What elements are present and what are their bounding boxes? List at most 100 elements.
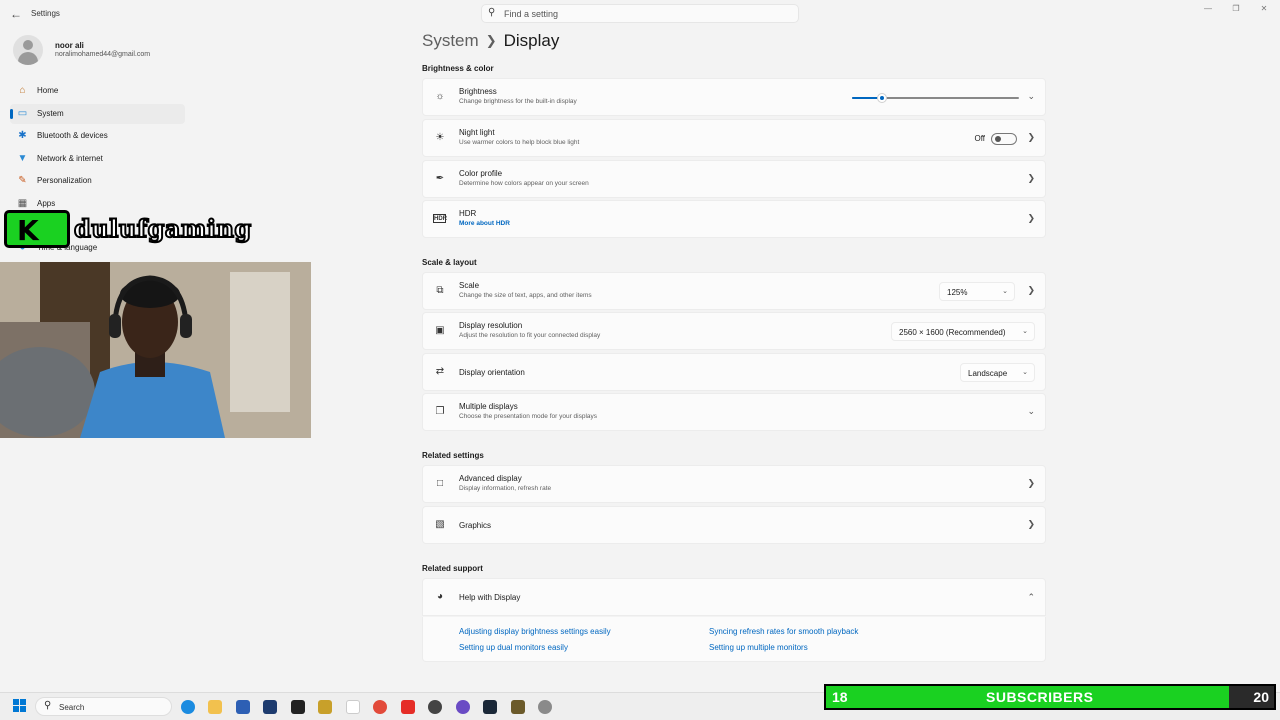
back-arrow-icon[interactable]: ← bbox=[9, 7, 23, 21]
chevron-right-icon[interactable]: ❯ bbox=[1027, 213, 1035, 224]
settings-search-box[interactable]: ⚲ bbox=[481, 4, 799, 23]
graphics-card[interactable]: ▧ Graphics ❯ bbox=[422, 506, 1046, 544]
help-link[interactable]: Setting up multiple monitors bbox=[709, 643, 808, 652]
pen-icon: ✒ bbox=[435, 173, 445, 184]
display-resolution-card[interactable]: ▣ Display resolution Adjust the resoluti… bbox=[422, 312, 1046, 350]
active-indicator bbox=[10, 109, 13, 119]
display-orientation-card[interactable]: ⇄ Display orientation Landscape ⌄ bbox=[422, 353, 1046, 391]
night-light-card[interactable]: ☀ Night light Use warmer colors to help … bbox=[422, 119, 1046, 157]
maximize-icon[interactable]: ❐ bbox=[1225, 4, 1247, 16]
sun-icon: ☼ bbox=[435, 91, 445, 102]
chevron-down-icon[interactable]: ⌄ bbox=[1027, 406, 1035, 417]
youtube-icon[interactable] bbox=[401, 700, 415, 714]
chevron-right-icon[interactable]: ❯ bbox=[1027, 519, 1035, 530]
minimize-icon[interactable]: — bbox=[1197, 4, 1219, 16]
graphics-card-icon: ▧ bbox=[435, 519, 445, 530]
laptop-icon: □ bbox=[436, 478, 444, 489]
chevron-right-icon[interactable]: ❯ bbox=[1027, 173, 1035, 184]
subscriber-goal-bar: 18 SUBSCRIBERS 20 bbox=[824, 684, 1276, 710]
night-light-subtitle: Use warmer colors to help block blue lig… bbox=[459, 139, 580, 146]
display-resolution-title: Display resolution bbox=[459, 321, 523, 330]
night-light-toggle[interactable] bbox=[991, 133, 1017, 145]
sidebar-item-network[interactable]: ▼ Network & internet bbox=[10, 149, 185, 169]
yandex-icon[interactable] bbox=[346, 700, 360, 714]
obs-icon[interactable] bbox=[428, 700, 442, 714]
sidebar-item-personalization[interactable]: ✎ Personalization bbox=[10, 171, 185, 191]
sidebar-item-label: Personalization bbox=[37, 176, 92, 185]
globe-icon: ◕ bbox=[436, 591, 444, 602]
help-link[interactable]: Syncing refresh rates for smooth playbac… bbox=[709, 627, 858, 636]
brightness-slider-thumb[interactable] bbox=[877, 93, 888, 103]
settings-search-input[interactable] bbox=[504, 6, 784, 21]
help-with-display-card[interactable]: ◕ Help with Display ⌃ bbox=[422, 578, 1046, 616]
brightness-slider[interactable] bbox=[852, 93, 1019, 103]
edge-icon[interactable] bbox=[181, 700, 195, 714]
chevron-up-icon[interactable]: ⌃ bbox=[1027, 592, 1035, 603]
brush-icon: ✎ bbox=[18, 175, 27, 186]
taskbar-search-label: Search bbox=[59, 703, 85, 712]
taskbar-search[interactable]: ⚲ Search bbox=[35, 697, 172, 716]
subscriber-count: 18 bbox=[832, 689, 848, 705]
section-title-brightness-color: Brightness & color bbox=[422, 64, 494, 73]
resolution-value: 2560 × 1600 (Recommended) bbox=[899, 328, 1006, 337]
windows-start-icon[interactable] bbox=[13, 699, 27, 713]
monitor-icon: ▭ bbox=[17, 108, 28, 119]
help-link[interactable]: Adjusting display brightness settings ea… bbox=[459, 627, 611, 636]
scale-value: 125% bbox=[947, 288, 968, 297]
rockstar-icon[interactable] bbox=[318, 700, 332, 714]
steam-icon[interactable] bbox=[483, 700, 497, 714]
hdr-icon: HDR bbox=[433, 214, 447, 223]
scale-subtitle: Change the size of text, apps, and other… bbox=[459, 292, 592, 299]
close-icon[interactable]: ✕ bbox=[1253, 4, 1275, 16]
settings-gear-icon[interactable] bbox=[538, 700, 552, 714]
advanced-display-card[interactable]: □ Advanced display Display information, … bbox=[422, 465, 1046, 503]
resolution-dropdown[interactable]: 2560 × 1600 (Recommended) ⌄ bbox=[891, 322, 1035, 341]
multiple-displays-subtitle: Choose the presentation mode for your di… bbox=[459, 413, 598, 420]
game-icon[interactable] bbox=[511, 700, 525, 714]
color-profile-title: Color profile bbox=[459, 169, 503, 178]
more-about-hdr-link[interactable]: More about HDR bbox=[459, 220, 510, 227]
hdr-card[interactable]: HDR HDR More about HDR ❯ bbox=[422, 200, 1046, 238]
store-icon[interactable] bbox=[263, 700, 277, 714]
profile-name: noor ali bbox=[55, 41, 84, 50]
multiple-displays-card[interactable]: ❐ Multiple displays Choose the presentat… bbox=[422, 393, 1046, 431]
multiple-displays-icon: ❐ bbox=[435, 406, 445, 417]
subscriber-label: SUBSCRIBERS bbox=[986, 689, 1094, 705]
app-icon[interactable] bbox=[456, 700, 470, 714]
channel-name: dulufgaming bbox=[73, 213, 252, 244]
night-light-icon: ☀ bbox=[435, 132, 445, 143]
chevron-right-icon: ❯ bbox=[485, 33, 497, 48]
chevron-down-icon: ⌄ bbox=[1022, 369, 1028, 376]
sidebar-item-bluetooth[interactable]: ✱ Bluetooth & devices bbox=[10, 126, 185, 146]
resolution-icon: ▣ bbox=[435, 325, 445, 336]
scale-dropdown[interactable]: 125% ⌄ bbox=[939, 282, 1015, 301]
sidebar-item-home[interactable]: ⌂ Home bbox=[10, 81, 185, 101]
chrome-icon[interactable] bbox=[373, 700, 387, 714]
mail-icon[interactable] bbox=[236, 700, 250, 714]
orientation-dropdown[interactable]: Landscape ⌄ bbox=[960, 363, 1035, 382]
sidebar-item-system[interactable]: ▭ System bbox=[10, 104, 185, 124]
epic-games-icon[interactable] bbox=[291, 700, 305, 714]
scale-card[interactable]: ⧉ Scale Change the size of text, apps, a… bbox=[422, 272, 1046, 310]
advanced-display-title: Advanced display bbox=[459, 474, 522, 483]
sidebar-item-label: Home bbox=[37, 86, 59, 95]
chevron-down-icon[interactable]: ⌄ bbox=[1027, 91, 1035, 102]
multiple-displays-title: Multiple displays bbox=[459, 402, 518, 411]
help-link[interactable]: Setting up dual monitors easily bbox=[459, 643, 568, 652]
scale-title: Scale bbox=[459, 281, 480, 290]
chevron-right-icon[interactable]: ❯ bbox=[1027, 285, 1035, 296]
section-title-related-settings: Related settings bbox=[422, 451, 484, 460]
breadcrumb-system[interactable]: System bbox=[422, 31, 479, 50]
title-bar: ← Settings ⚲ — ❐ ✕ bbox=[0, 0, 1280, 28]
breadcrumb: System ❯ Display bbox=[422, 31, 559, 51]
file-explorer-icon[interactable] bbox=[208, 700, 222, 714]
sidebar-item-label: Network & internet bbox=[37, 154, 103, 163]
brightness-card[interactable]: ☼ Brightness Change brightness for the b… bbox=[422, 78, 1046, 116]
webcam-image bbox=[0, 262, 311, 438]
channel-logo-letter: K bbox=[17, 214, 39, 247]
color-profile-card[interactable]: ✒ Color profile Determine how colors app… bbox=[422, 160, 1046, 198]
chevron-right-icon[interactable]: ❯ bbox=[1027, 132, 1035, 143]
chevron-right-icon[interactable]: ❯ bbox=[1027, 478, 1035, 489]
page-title: Display bbox=[503, 31, 560, 50]
avatar bbox=[13, 35, 43, 65]
